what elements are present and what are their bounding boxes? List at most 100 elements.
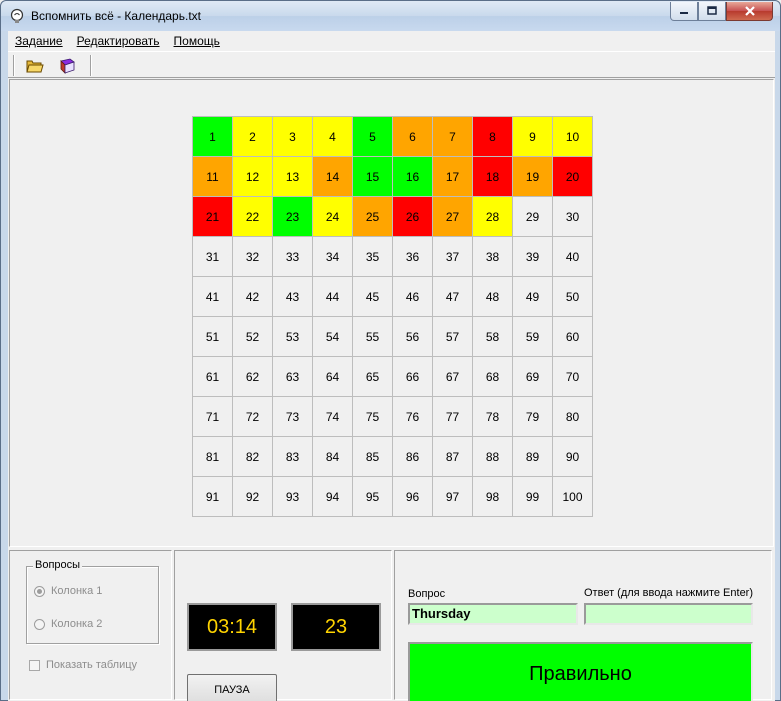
grid-cell: 66 [393, 357, 433, 397]
grid-cell: 40 [553, 237, 593, 277]
grid-cell: 57 [433, 317, 473, 357]
grid-cell: 80 [553, 397, 593, 437]
grid-cell: 51 [193, 317, 233, 357]
menu-task-label: Задание [15, 34, 63, 48]
questions-groupbox-title: Вопросы [33, 559, 83, 571]
menu-bar: Задание Редактировать Помощь [8, 31, 775, 51]
radio-indicator [34, 618, 45, 630]
radio-indicator [34, 585, 45, 597]
maximize-button[interactable] [698, 2, 726, 21]
menu-help[interactable]: Помощь [167, 31, 227, 51]
grid-cell: 55 [353, 317, 393, 357]
question-label: Вопрос [408, 588, 446, 600]
grid-cell: 15 [353, 157, 393, 197]
grid-cell: 36 [393, 237, 433, 277]
toolbar-separator [13, 55, 15, 76]
grid-cell: 5 [353, 117, 393, 157]
radio-column-2[interactable]: Колонка 2 [34, 618, 102, 630]
grid-cell: 47 [433, 277, 473, 317]
book-icon [60, 58, 75, 74]
grid-cell: 67 [433, 357, 473, 397]
grid-cell: 27 [433, 197, 473, 237]
grid-cell: 14 [313, 157, 353, 197]
grid-cell: 41 [193, 277, 233, 317]
app-window: Вспомнить всё - Календарь.txt Задание Ре… [0, 0, 781, 701]
grid-cell: 62 [233, 357, 273, 397]
answer-input[interactable] [584, 603, 753, 625]
grid-cell: 61 [193, 357, 233, 397]
grid-cell: 58 [473, 317, 513, 357]
grid-cell: 68 [473, 357, 513, 397]
book-button[interactable] [56, 55, 78, 76]
grid-cell: 32 [233, 237, 273, 277]
grid-cell: 13 [273, 157, 313, 197]
grid-cell: 49 [513, 277, 553, 317]
grid-cell: 28 [473, 197, 513, 237]
grid-cell: 39 [513, 237, 553, 277]
grid-cell: 73 [273, 397, 313, 437]
grid-cell: 42 [233, 277, 273, 317]
window-title: Вспомнить всё - Календарь.txt [31, 9, 201, 23]
minimize-icon [680, 12, 688, 14]
grid-cell: 25 [353, 197, 393, 237]
main-area: 1 2 3 4 5 6 7 8 9 10 11 12 13 14 15 16 17 18 19 20 21 22 23 24 2… [9, 79, 774, 547]
grid-cell: 100 [553, 477, 593, 517]
grid-cell: 84 [313, 437, 353, 477]
grid-cell: 6 [393, 117, 433, 157]
radio-column-1[interactable]: Колонка 1 [34, 585, 102, 597]
menu-help-label: Помощь [173, 34, 220, 48]
grid-cell: 22 [233, 197, 273, 237]
grid-cell: 69 [513, 357, 553, 397]
close-button[interactable] [726, 2, 773, 21]
app-icon [9, 8, 25, 24]
grid-cell: 88 [473, 437, 513, 477]
minimize-button[interactable] [670, 2, 698, 21]
question-field: Thursday [408, 603, 578, 625]
grid-cell: 26 [393, 197, 433, 237]
maximize-icon [707, 6, 717, 15]
pause-button[interactable]: ПАУЗА [187, 674, 277, 701]
grid-cell: 20 [553, 157, 593, 197]
grid-cell: 8 [473, 117, 513, 157]
grid-cell: 77 [433, 397, 473, 437]
grid-cell: 21 [193, 197, 233, 237]
menu-task[interactable]: Задание [8, 31, 70, 51]
grid-cell: 60 [553, 317, 593, 357]
grid-cell: 79 [513, 397, 553, 437]
number-grid: 1 2 3 4 5 6 7 8 9 10 11 12 13 14 15 16 17 18 19 20 21 22 23 24 2… [192, 116, 593, 517]
grid-cell: 76 [393, 397, 433, 437]
grid-cell: 43 [273, 277, 313, 317]
grid-cell: 31 [193, 237, 233, 277]
toolbar-separator [90, 55, 92, 76]
grid-cell: 10 [553, 117, 593, 157]
bottom-panel: Вопросы Колонка 1 Колонка 2 Показать таб… [8, 548, 775, 701]
radio-column-1-label: Колонка 1 [51, 585, 103, 597]
grid-cell: 65 [353, 357, 393, 397]
grid-cell: 54 [313, 317, 353, 357]
grid-cell: 87 [433, 437, 473, 477]
grid-cell: 16 [393, 157, 433, 197]
show-table-checkbox[interactable]: Показать таблицу [29, 659, 137, 671]
toolbar [8, 51, 775, 78]
grid-cell: 3 [273, 117, 313, 157]
title-bar[interactable]: Вспомнить всё - Календарь.txt [1, 1, 780, 31]
grid-cell: 72 [233, 397, 273, 437]
grid-cell: 70 [553, 357, 593, 397]
grid-cell: 9 [513, 117, 553, 157]
menu-edit[interactable]: Редактировать [70, 31, 167, 51]
grid-cell: 63 [273, 357, 313, 397]
grid-cell: 35 [353, 237, 393, 277]
questions-groupbox [26, 566, 159, 644]
grid-cell: 1 [193, 117, 233, 157]
grid-cell: 29 [513, 197, 553, 237]
grid-cell: 24 [313, 197, 353, 237]
grid-cell: 86 [393, 437, 433, 477]
grid-cell: 75 [353, 397, 393, 437]
open-file-button[interactable] [24, 55, 46, 76]
grid-cell: 12 [233, 157, 273, 197]
grid-cell: 23 [273, 197, 313, 237]
grid-cell: 2 [233, 117, 273, 157]
grid-cell: 4 [313, 117, 353, 157]
grid-cell: 45 [353, 277, 393, 317]
client-area: Задание Редактировать Помощь 1 2 3 4 5 6… [8, 31, 775, 701]
